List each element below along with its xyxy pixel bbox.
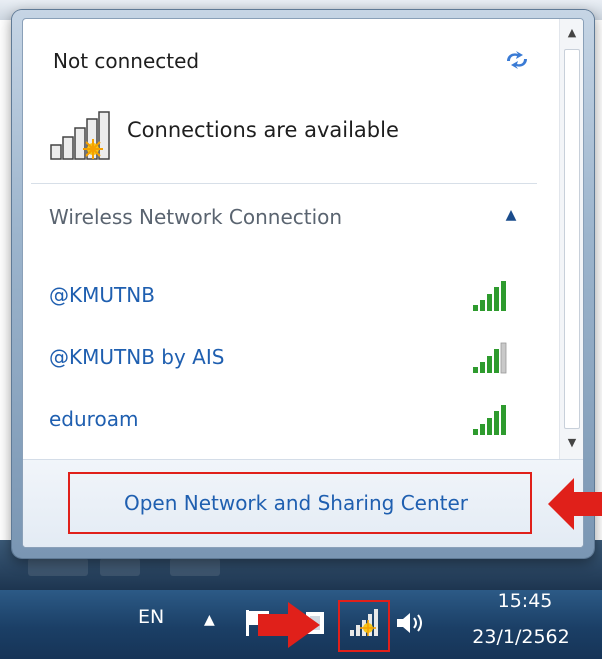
connections-available-row: Connections are available [49, 105, 449, 165]
volume-icon[interactable] [394, 608, 428, 638]
show-hidden-icons-chevron[interactable]: ▲ [204, 612, 215, 628]
highlight-box-footer-link [68, 472, 532, 534]
desktop-ghost-item [170, 558, 220, 576]
clock-date[interactable]: 23/1/2562 [456, 626, 586, 648]
signal-bars-icon [473, 281, 506, 311]
clock-time[interactable]: 15:45 [470, 590, 580, 612]
signal-bars-icon [473, 405, 506, 435]
vertical-scrollbar[interactable]: ▲ ▼ [559, 19, 583, 459]
scroll-thumb[interactable] [564, 49, 580, 429]
red-arrow-left-icon [548, 478, 602, 530]
connections-available-label: Connections are available [127, 118, 399, 142]
desktop-ghost-item [28, 558, 88, 576]
network-item-kmutnb[interactable]: @KMUTNB [23, 273, 559, 321]
scroll-up-arrow-icon[interactable]: ▲ [560, 21, 583, 45]
red-arrow-right-icon [258, 602, 320, 648]
chevron-up-icon[interactable]: ▲ [501, 205, 521, 225]
network-item-eduroam[interactable]: eduroam [23, 397, 559, 445]
network-list-area: Not connected Connections are available … [23, 19, 559, 459]
refresh-icon[interactable] [503, 49, 531, 71]
network-flyout-panel: Not connected Connections are available … [22, 18, 584, 548]
network-unavailable-bars-icon [50, 111, 110, 160]
connection-status-title: Not connected [53, 49, 200, 73]
highlight-box-network-icon [338, 600, 390, 652]
network-name: eduroam [49, 407, 139, 431]
scroll-down-arrow-icon[interactable]: ▼ [560, 431, 583, 455]
network-item-kmutnb-ais[interactable]: @KMUTNB by AIS [23, 335, 559, 383]
network-name: @KMUTNB [49, 283, 155, 307]
signal-bars-icon [473, 342, 507, 374]
desktop-ghost-item [100, 558, 140, 576]
network-name: @KMUTNB by AIS [49, 345, 225, 369]
section-divider [31, 183, 537, 184]
wireless-section-header: Wireless Network Connection [49, 205, 343, 229]
language-indicator[interactable]: EN [138, 606, 164, 628]
